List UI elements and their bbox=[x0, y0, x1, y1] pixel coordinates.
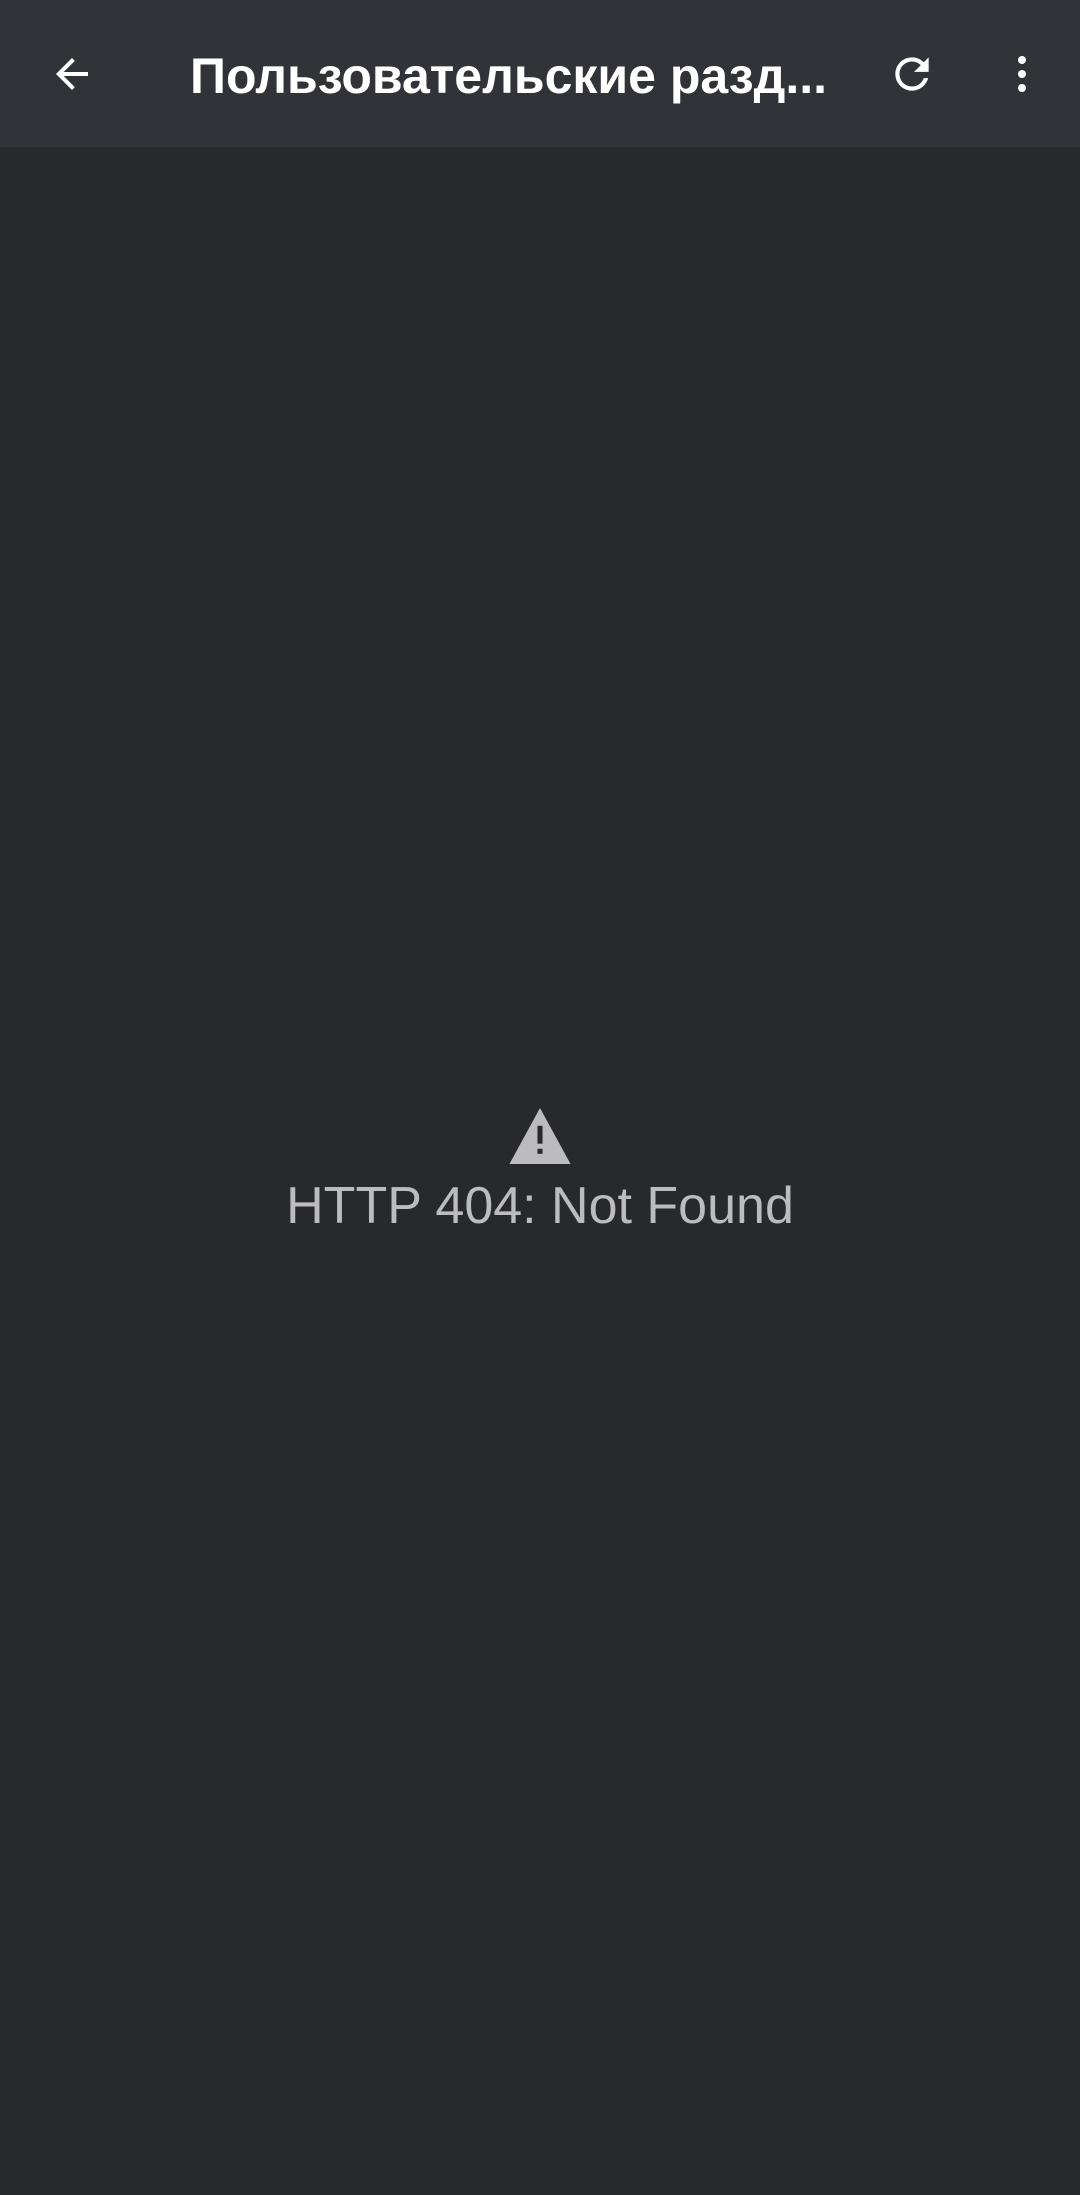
arrow-left-icon bbox=[56, 58, 88, 90]
warning-icon bbox=[509, 1108, 571, 1164]
more-vert-icon bbox=[1018, 56, 1026, 92]
refresh-button[interactable] bbox=[862, 24, 962, 124]
refresh-icon bbox=[895, 57, 929, 91]
more-options-button[interactable] bbox=[972, 24, 1072, 124]
top-app-bar: Пользовательские разд... bbox=[0, 0, 1080, 148]
main-content: HTTP 404: Not Found bbox=[0, 148, 1080, 2195]
error-state: HTTP 404: Not Found bbox=[0, 1108, 1080, 1238]
back-button[interactable] bbox=[22, 24, 122, 124]
error-message: HTTP 404: Not Found bbox=[286, 1177, 794, 1235]
page-title: Пользовательские разд... bbox=[190, 48, 828, 104]
